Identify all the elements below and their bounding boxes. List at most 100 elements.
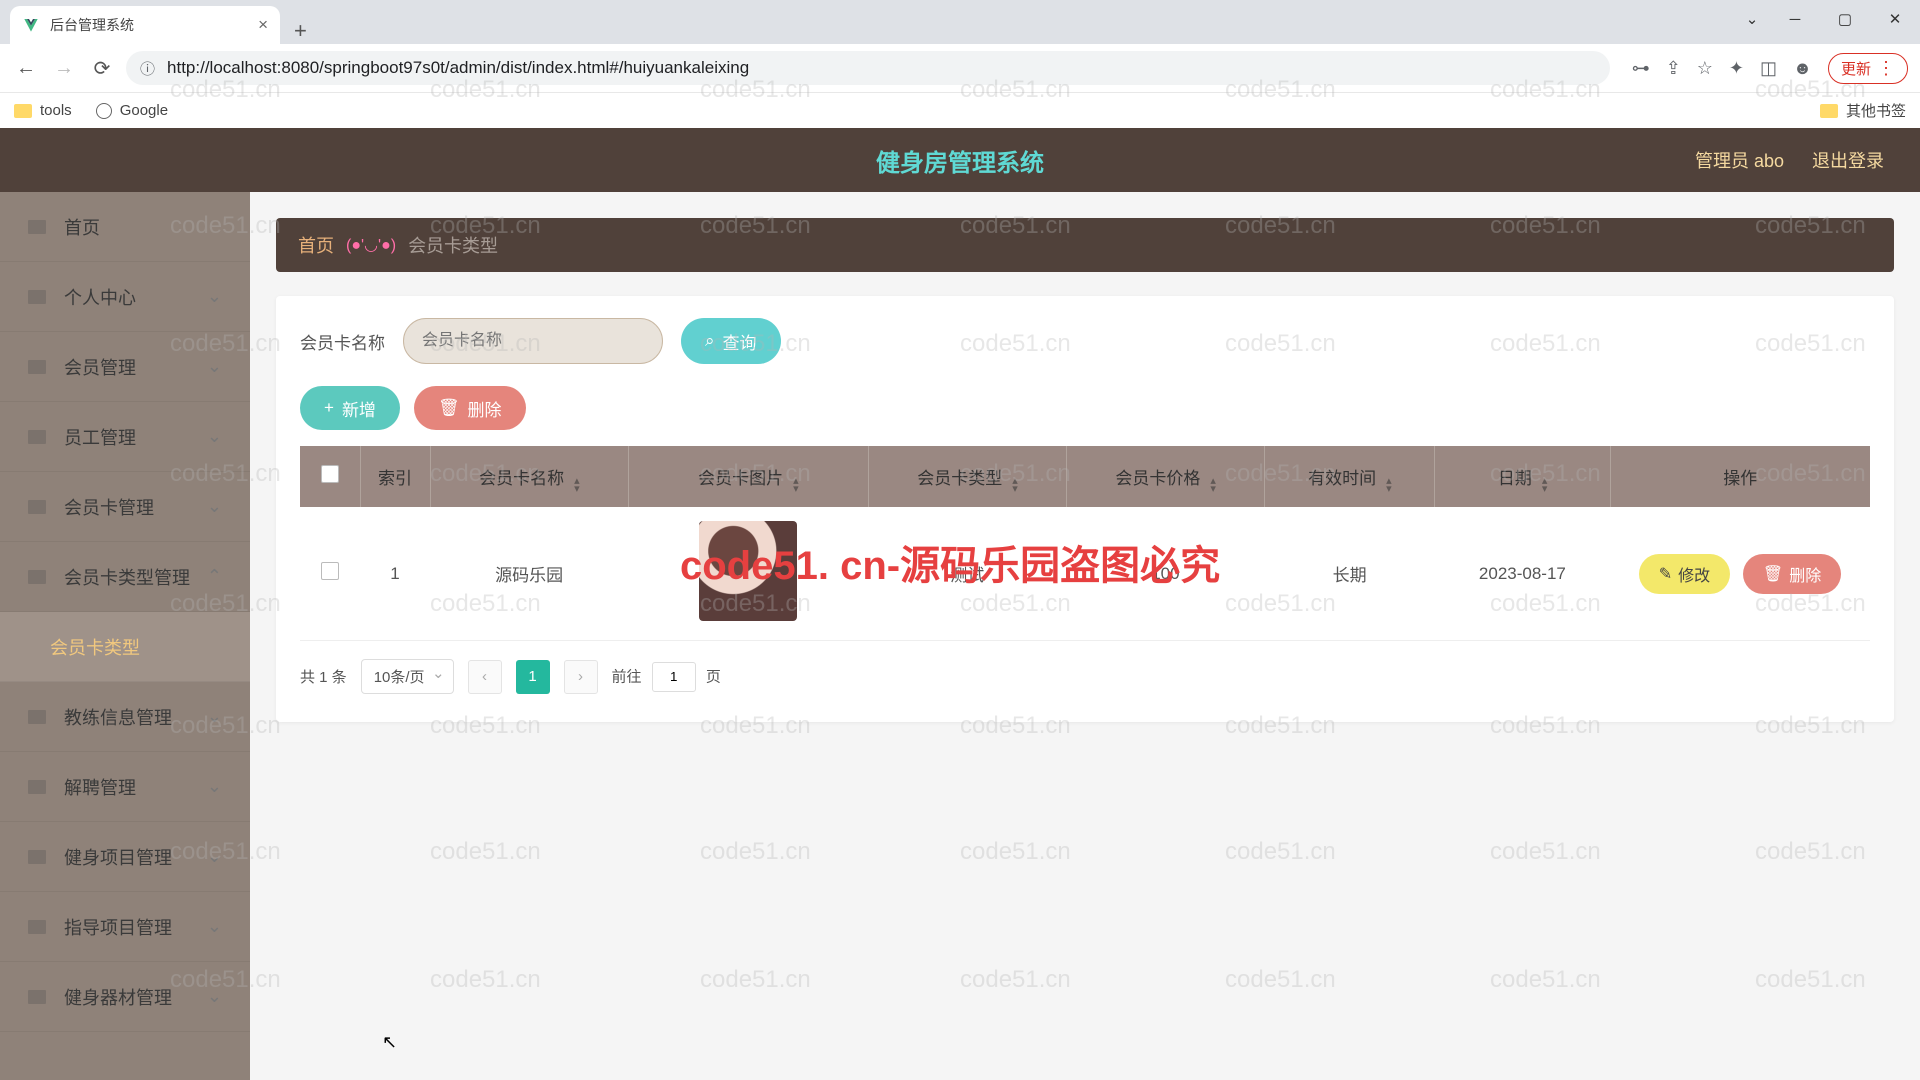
delete-button[interactable]: 🗑 删除 [414, 386, 526, 430]
col-date: 日期 [1435, 446, 1610, 507]
row-checkbox[interactable] [321, 562, 339, 580]
doc-icon [28, 570, 46, 584]
goto-page-input[interactable] [652, 662, 696, 692]
col-name: 会员卡名称 [430, 446, 628, 507]
main-content: 首页 (●'◡'●) 会员卡类型 会员卡名称 ⌕ 查询 + 新增 🗑 [250, 192, 1920, 1080]
doc-icon [28, 220, 46, 234]
folder-icon [1820, 104, 1838, 118]
vue-icon [22, 16, 40, 34]
col-validity: 有效时间 [1264, 446, 1434, 507]
extensions-icon[interactable]: ✦ [1729, 58, 1744, 79]
data-table: 索引 会员卡名称 会员卡图片 会员卡类型 会员卡价格 有效时间 日期 操作 1 [300, 446, 1870, 641]
bookmark-star-icon[interactable]: ☆ [1697, 58, 1713, 79]
card-name-input[interactable] [403, 318, 663, 364]
add-button[interactable]: + 新增 [300, 386, 400, 430]
update-button[interactable]: 更新 ⋮ [1828, 53, 1908, 84]
sidebar-item-card-type[interactable]: 会员卡类型管理⌃ [0, 542, 250, 612]
chevron-down-icon: ⌄ [207, 286, 222, 307]
cell-price: 100 [1066, 507, 1264, 641]
tab-close-icon[interactable]: × [258, 15, 268, 35]
sidebar-item-coach[interactable]: 教练信息管理⌄ [0, 682, 250, 752]
globe-icon [96, 103, 112, 119]
sidebar-item-members[interactable]: 会员管理⌄ [0, 332, 250, 402]
doc-icon [28, 360, 46, 374]
row-delete-button[interactable]: 🗑删除 [1743, 554, 1841, 594]
tab-bar: 后台管理系统 × + ⌄ ─ ▢ ✕ [0, 0, 1920, 44]
sidebar-item-dismiss[interactable]: 解聘管理⌄ [0, 752, 250, 822]
forward-button[interactable]: → [50, 54, 78, 82]
page-size-select[interactable]: 10条/页 [361, 659, 454, 694]
url-input[interactable]: ⓘ http://localhost:8080/springboot97s0t/… [126, 51, 1610, 85]
doc-icon [28, 990, 46, 1004]
chevron-down-icon: ⌄ [207, 916, 222, 937]
select-all-checkbox[interactable] [321, 465, 339, 483]
sidebar-item-fitness-project[interactable]: 健身项目管理⌄ [0, 822, 250, 892]
back-button[interactable]: ← [12, 54, 40, 82]
prev-page-button[interactable]: ‹ [468, 660, 502, 694]
sidebar-item-home[interactable]: 首页 [0, 192, 250, 262]
search-row: 会员卡名称 ⌕ 查询 [300, 318, 1870, 364]
bookmark-google[interactable]: Google [96, 102, 168, 119]
sidebar-item-guide-project[interactable]: 指导项目管理⌄ [0, 892, 250, 962]
cell-type: 测试 [868, 507, 1066, 641]
plus-icon: + [324, 398, 334, 418]
sidebar: 首页 个人中心⌄ 会员管理⌄ 员工管理⌄ 会员卡管理⌄ 会员卡类型管理⌃ 会员卡… [0, 192, 250, 1080]
col-actions: 操作 [1610, 446, 1870, 507]
search-button[interactable]: ⌕ 查询 [681, 318, 781, 364]
col-index: 索引 [360, 446, 430, 507]
col-type: 会员卡类型 [868, 446, 1066, 507]
chevron-down-icon: ⌄ [207, 706, 222, 727]
sidebar-item-card[interactable]: 会员卡管理⌄ [0, 472, 250, 542]
password-key-icon[interactable]: ⊶ [1632, 58, 1650, 79]
site-info-icon[interactable]: ⓘ [140, 58, 155, 79]
chevron-down-icon: ⌄ [207, 496, 222, 517]
breadcrumb-separator: (●'◡'●) [346, 235, 396, 255]
share-icon[interactable]: ⇪ [1666, 58, 1681, 79]
chevron-down-icon: ⌄ [207, 776, 222, 797]
doc-icon [28, 290, 46, 304]
edit-button[interactable]: ✎修改 [1639, 554, 1730, 594]
reload-button[interactable]: ⟳ [88, 54, 116, 82]
minimize-icon[interactable]: ─ [1770, 0, 1820, 38]
app-header: 健身房管理系统 管理员 abo 退出登录 [0, 128, 1920, 192]
bookmark-bar: tools Google 其他书签 [0, 92, 1920, 128]
tabs-chevron-icon[interactable]: ⌄ [1734, 0, 1770, 38]
doc-icon [28, 430, 46, 444]
browser-tab[interactable]: 后台管理系统 × [10, 6, 280, 44]
sidebar-item-equipment[interactable]: 健身器材管理⌄ [0, 962, 250, 1032]
logout-link[interactable]: 退出登录 [1812, 147, 1884, 173]
sidebar-subitem-card-type[interactable]: 会员卡类型 [0, 612, 250, 682]
app-title: 健身房管理系统 [876, 143, 1044, 178]
admin-label[interactable]: 管理员 abo [1695, 147, 1784, 173]
cell-name: 源码乐园 [430, 507, 628, 641]
bookmark-other[interactable]: 其他书签 [1820, 100, 1906, 121]
new-tab-button[interactable]: + [294, 18, 307, 44]
chevron-down-icon: ⌄ [207, 426, 222, 447]
kebab-icon: ⋮ [1877, 58, 1895, 79]
breadcrumb: 首页 (●'◡'●) 会员卡类型 [276, 218, 1894, 272]
close-icon[interactable]: ✕ [1870, 0, 1920, 38]
next-page-button[interactable]: › [564, 660, 598, 694]
chevron-down-icon: ⌄ [207, 356, 222, 377]
col-price: 会员卡价格 [1066, 446, 1264, 507]
doc-icon [28, 710, 46, 724]
doc-icon [28, 500, 46, 514]
side-panel-icon[interactable]: ◫ [1760, 58, 1777, 79]
maximize-icon[interactable]: ▢ [1820, 0, 1870, 38]
bookmark-tools[interactable]: tools [14, 102, 72, 119]
trash-icon: 🗑 [438, 398, 460, 418]
action-row: + 新增 🗑 删除 [300, 386, 1870, 430]
sidebar-item-staff[interactable]: 员工管理⌄ [0, 402, 250, 472]
profile-icon[interactable]: ☻ [1793, 58, 1812, 79]
breadcrumb-home[interactable]: 首页 [298, 232, 334, 258]
col-image: 会员卡图片 [628, 446, 868, 507]
cell-date: 2023-08-17 [1435, 507, 1610, 641]
search-icon: ⌕ [705, 331, 715, 351]
search-label: 会员卡名称 [300, 329, 385, 354]
page-number-1[interactable]: 1 [516, 660, 550, 694]
card-image [699, 521, 797, 621]
sidebar-item-profile[interactable]: 个人中心⌄ [0, 262, 250, 332]
pagination: 共 1 条 10条/页 ‹ 1 › 前往 页 [300, 659, 1870, 694]
folder-icon [14, 104, 32, 118]
chevron-down-icon: ⌄ [207, 846, 222, 867]
